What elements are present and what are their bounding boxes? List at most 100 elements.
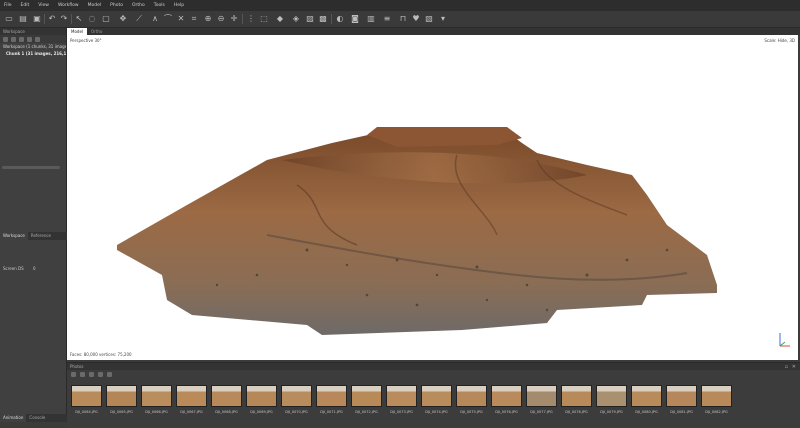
left-panel-tabs: Workspace Reference (0, 232, 67, 240)
model-viewport[interactable]: Perspective 30° Scale: Hide, 3D Faces: 8… (67, 35, 798, 360)
photo-thumbnail[interactable]: DJI_0076.JPG (490, 385, 523, 414)
menu-edit[interactable]: Edit (21, 3, 30, 8)
photo-label: DJI_0073.JPG (390, 410, 413, 414)
float-icon[interactable]: ▫ (785, 364, 788, 370)
close-icon[interactable]: ✕ (792, 364, 796, 370)
workspace-root[interactable]: Workspace (1 chunks, 31 images) (0, 43, 66, 50)
photo-label: DJI_0081.JPG (670, 410, 693, 414)
ruler-icon[interactable]: ⟋ (134, 14, 144, 24)
photo-thumbnail[interactable]: DJI_0066.JPG (140, 385, 173, 414)
workspace-toolbar (0, 35, 66, 43)
photo-thumbnail[interactable]: DJI_0082.JPG (700, 385, 733, 414)
photo-thumbnail[interactable]: DJI_0068.JPG (210, 385, 243, 414)
rotate-right-icon[interactable] (89, 372, 94, 377)
remove-photo-icon[interactable] (71, 372, 76, 377)
photo-thumbnail[interactable]: DJI_0080.JPG (630, 385, 663, 414)
zoom-in-icon[interactable]: ⊕ (203, 14, 213, 24)
menu-tools[interactable]: Tools (154, 3, 165, 8)
photo-thumbnail[interactable]: DJI_0081.JPG (665, 385, 698, 414)
photo-thumbnail[interactable]: DJI_0070.JPG (280, 385, 313, 414)
photo-thumbnail[interactable]: DJI_0067.JPG (175, 385, 208, 414)
menu-view[interactable]: View (38, 3, 49, 8)
photo-label: DJI_0078.JPG (565, 410, 588, 414)
photo-thumbnail[interactable]: DJI_0079.JPG (595, 385, 628, 414)
menu-model[interactable]: Model (88, 3, 102, 8)
region-icon[interactable]: ▥ (366, 14, 376, 24)
remove-icon[interactable] (19, 36, 24, 42)
photo-thumbnail[interactable]: DJI_0064.JPG (70, 385, 103, 414)
menu-help[interactable]: Help (174, 3, 184, 8)
polyline-icon[interactable]: ∧ (150, 14, 160, 24)
markers-icon[interactable]: ◐ (335, 14, 345, 24)
tab-ortho[interactable]: Ortho (87, 28, 106, 35)
heart-icon[interactable]: ♥ (411, 14, 421, 24)
redo-icon[interactable]: ↷ (59, 14, 69, 24)
new-icon[interactable]: ▭ (4, 14, 14, 24)
view-mode-icon[interactable] (107, 372, 112, 377)
photo-thumbnail[interactable]: DJI_0073.JPG (385, 385, 418, 414)
shaded-icon[interactable]: ◈ (291, 14, 301, 24)
photo-label: DJI_0067.JPG (180, 410, 203, 414)
menu-ortho[interactable]: Ortho (132, 3, 145, 8)
chunk-item[interactable]: Chunk 1 (31 images, 216,111 points) (0, 50, 66, 57)
open-icon[interactable]: ▤ (18, 14, 28, 24)
photo-image (246, 385, 277, 407)
photo-label: DJI_0070.JPG (285, 410, 308, 414)
undo-icon[interactable]: ↶ (47, 14, 57, 24)
texture-icon[interactable]: ▨ (305, 14, 315, 24)
delete-icon[interactable]: ✕ (176, 14, 186, 24)
photo-image (596, 385, 627, 407)
photo-thumbnail[interactable]: DJI_0069.JPG (245, 385, 278, 414)
enable-icon[interactable] (27, 36, 32, 42)
photo-image (351, 385, 382, 407)
select-icon[interactable]: ◌ (87, 14, 97, 24)
settings-icon[interactable]: ▾ (438, 14, 448, 24)
model-view-icon[interactable]: ⬚ (259, 14, 269, 24)
add-photos-icon[interactable] (11, 36, 16, 42)
workspace-panel: Workspace Workspace (1 chunks, 31 images… (0, 28, 67, 414)
menu-workflow[interactable]: Workflow (58, 3, 79, 8)
crop-icon[interactable]: ⌗ (189, 14, 199, 24)
photo-label: DJI_0075.JPG (460, 410, 483, 414)
ruler-dropdown-icon[interactable]: ⊓ (398, 14, 408, 24)
image-icon[interactable]: ▧ (424, 14, 434, 24)
tab-reference[interactable]: Reference (28, 232, 54, 240)
tab-animation[interactable]: Animation (0, 414, 27, 422)
photo-label: DJI_0072.JPG (355, 410, 378, 414)
disable-icon[interactable] (35, 36, 40, 42)
add-chunk-icon[interactable] (3, 36, 8, 42)
reset-filter-icon[interactable] (98, 372, 103, 377)
property-value[interactable]: 0 (33, 266, 36, 271)
move-icon[interactable]: ✥ (118, 14, 128, 24)
photos-title: Photos (67, 363, 800, 370)
polygon-icon[interactable]: ⌒ (163, 14, 173, 24)
bottom-left-tabs: Animation Console (0, 414, 67, 422)
thumbnail-strip: DJI_0064.JPG DJI_0065.JPG DJI_0066.JPG D… (70, 385, 735, 414)
rotate-left-icon[interactable] (80, 372, 85, 377)
photo-thumbnail[interactable]: DJI_0065.JPG (105, 385, 138, 414)
menu-photo[interactable]: Photo (110, 3, 123, 8)
rectangle-select-icon[interactable]: ▢ (101, 14, 111, 24)
cameras-icon[interactable]: ▩ (318, 14, 328, 24)
navigation-icon[interactable]: ↖ (74, 14, 84, 24)
main-toolbar: ▭ ▤ ▣ ↶ ↷ ↖ ◌ ▢ ✥ ⟋ ∧ ⌒ ✕ ⌗ ⊕ ⊖ ✛ ⋮ ⬚ ◆ … (0, 11, 800, 28)
save-icon[interactable]: ▣ (32, 14, 42, 24)
workspace-scrollbar[interactable] (2, 166, 60, 169)
tab-console[interactable]: Console (26, 414, 48, 422)
tab-workspace[interactable]: Workspace (0, 232, 28, 240)
zoom-out-icon[interactable]: ⊖ (216, 14, 226, 24)
photo-label: DJI_0082.JPG (705, 410, 728, 414)
point-cloud-icon[interactable]: ◆ (275, 14, 285, 24)
photo-thumbnail[interactable]: DJI_0071.JPG (315, 385, 348, 414)
photo-thumbnail[interactable]: DJI_0074.JPG (420, 385, 453, 414)
show-images-icon[interactable]: ≡ (382, 14, 392, 24)
grid-icon[interactable]: ⋮ (246, 14, 256, 24)
photo-thumbnail[interactable]: DJI_0072.JPG (350, 385, 383, 414)
menu-file[interactable]: File (4, 3, 12, 8)
photo-thumbnail[interactable]: DJI_0078.JPG (560, 385, 593, 414)
photo-thumbnail[interactable]: DJI_0077.JPG (525, 385, 558, 414)
tab-model[interactable]: Model (67, 28, 88, 35)
photo-thumbnail[interactable]: DJI_0075.JPG (455, 385, 488, 414)
camera-settings-icon[interactable]: ◙ (350, 14, 360, 24)
move-object-icon[interactable]: ✛ (229, 14, 239, 24)
